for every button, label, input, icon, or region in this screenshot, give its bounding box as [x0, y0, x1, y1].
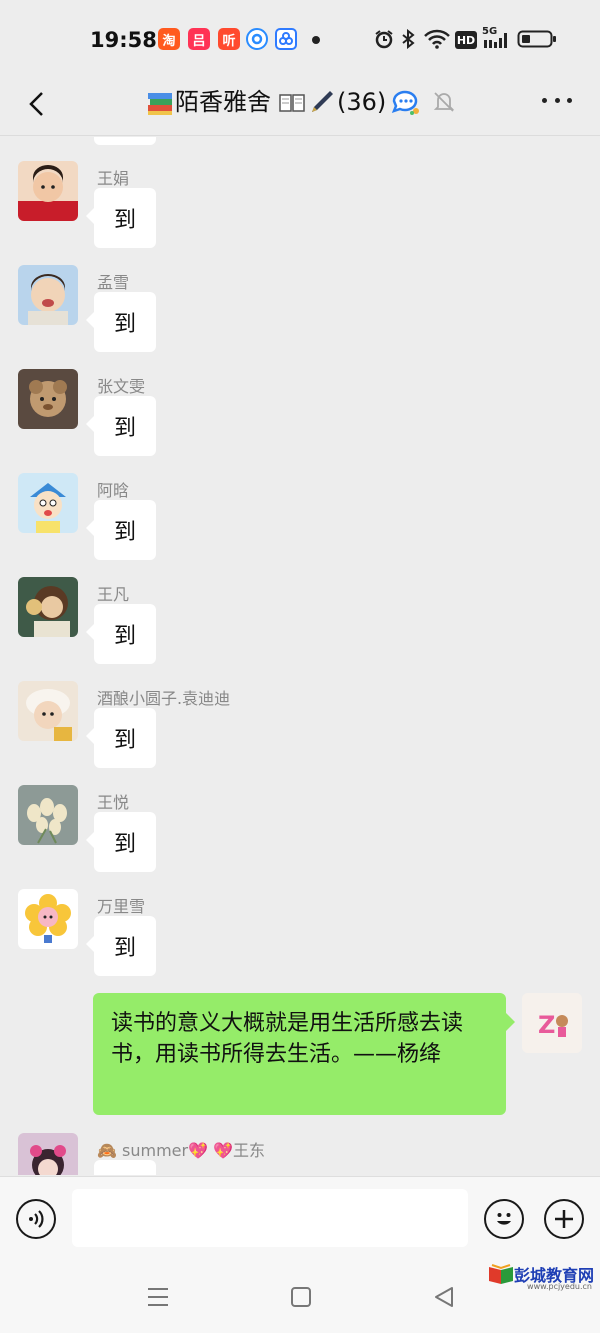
message-bubble[interactable]: 到 — [86, 604, 156, 664]
message-bubble[interactable]: 到 — [86, 500, 156, 560]
member-count: (36) — [337, 88, 387, 116]
network-label: 5G — [482, 26, 498, 37]
system-nav-bar: 彭城教育网 www.pcjyedu.cn — [0, 1260, 600, 1333]
plus-icon — [555, 1210, 573, 1228]
outgoing-message-bubble[interactable]: 读书的意义大概就是用生活所感去读书，用读书所得去生活。——杨绛 — [93, 993, 515, 1115]
browser-icon — [246, 28, 268, 50]
add-button[interactable] — [544, 1199, 584, 1239]
message-bubble[interactable]: 到 — [86, 812, 156, 872]
listen-app-icon: 听 — [218, 28, 240, 50]
status-time: 19:58 — [90, 28, 157, 52]
voice-button[interactable] — [16, 1199, 56, 1239]
chat-title[interactable]: 陌香雅舍 — [175, 86, 271, 118]
avatar[interactable] — [18, 681, 78, 741]
app-blue-icon — [275, 28, 297, 50]
avatar[interactable] — [18, 1133, 78, 1175]
back-button[interactable] — [20, 86, 56, 122]
wifi-icon — [424, 28, 450, 50]
avatar[interactable] — [18, 473, 78, 533]
message-bubble[interactable]: 到 — [86, 188, 156, 248]
chat-area[interactable]: 王娟 到 孟雪 到 张文雯 到 阿晗 到 王凡 到 酒酿小圆子.袁迪迪 到 王悦… — [0, 137, 600, 1175]
previous-message-fragment — [94, 137, 156, 145]
message-bubble[interactable]: 到 — [86, 708, 156, 768]
avatar[interactable] — [18, 265, 78, 325]
home-nav-button[interactable] — [289, 1285, 313, 1313]
watermark-url: www.pcjyedu.cn — [527, 1282, 592, 1291]
avatar[interactable] — [18, 889, 78, 949]
svg-text:Z: Z — [538, 1011, 555, 1039]
message-bubble[interactable]: 到 — [86, 916, 156, 976]
sender-name: 🙈 summer💖 💖王东 — [97, 1141, 266, 1160]
app-pink-icon: 吕 — [188, 28, 210, 50]
square-icon — [291, 1287, 311, 1307]
notification-dot-icon — [312, 36, 320, 44]
status-bar: 19:58 淘 吕 听 HD 5G — [0, 0, 600, 76]
sender-name: 王凡 — [97, 585, 130, 604]
title-bar: 陌香雅舍 (36) — [0, 76, 600, 136]
avatar[interactable] — [18, 577, 78, 637]
input-bar — [0, 1176, 600, 1260]
book-logo-icon — [488, 1264, 513, 1284]
mute-bell-icon — [432, 87, 456, 117]
sender-name: 阿晗 — [97, 481, 130, 500]
avatar[interactable] — [18, 161, 78, 221]
more-options-button[interactable] — [542, 98, 572, 108]
sender-name: 王悦 — [97, 793, 130, 812]
message-bubble[interactable]: 到 — [86, 396, 156, 456]
voice-icon — [29, 1210, 44, 1228]
avatar[interactable] — [18, 785, 78, 845]
message-bubble[interactable] — [94, 1160, 156, 1175]
triangle-left-icon — [435, 1287, 453, 1307]
menu-nav-button[interactable] — [146, 1286, 170, 1312]
group-bubble-icon — [390, 87, 422, 117]
my-avatar[interactable]: Z — [522, 993, 582, 1053]
bluetooth-icon — [399, 28, 417, 50]
pen-icon — [308, 87, 336, 117]
sender-name: 万里雪 — [97, 897, 146, 916]
message-input[interactable] — [72, 1189, 468, 1247]
avatar[interactable] — [18, 369, 78, 429]
sender-name: 张文雯 — [97, 377, 146, 396]
menu-icon — [148, 1288, 168, 1306]
watermark: 彭城教育网 www.pcjyedu.cn — [488, 1262, 594, 1291]
message-bubble[interactable]: 到 — [86, 292, 156, 352]
emoji-button[interactable] — [484, 1199, 524, 1239]
hd-icon: HD — [455, 31, 477, 49]
taobao-icon: 淘 — [158, 28, 180, 50]
signal-icon: 5G — [482, 26, 510, 50]
chevron-left-icon — [29, 92, 43, 116]
books-icon — [146, 87, 174, 117]
open-book-icon — [278, 87, 306, 117]
sender-name: 酒酿小圆子.袁迪迪 — [97, 689, 231, 708]
back-nav-button[interactable] — [432, 1285, 456, 1313]
smiley-icon — [497, 1213, 511, 1225]
battery-icon — [517, 28, 557, 50]
sender-name: 孟雪 — [97, 273, 130, 292]
alarm-icon — [373, 28, 395, 50]
group-name: 陌香雅舍 — [175, 88, 271, 116]
sender-name: 王娟 — [97, 169, 130, 188]
